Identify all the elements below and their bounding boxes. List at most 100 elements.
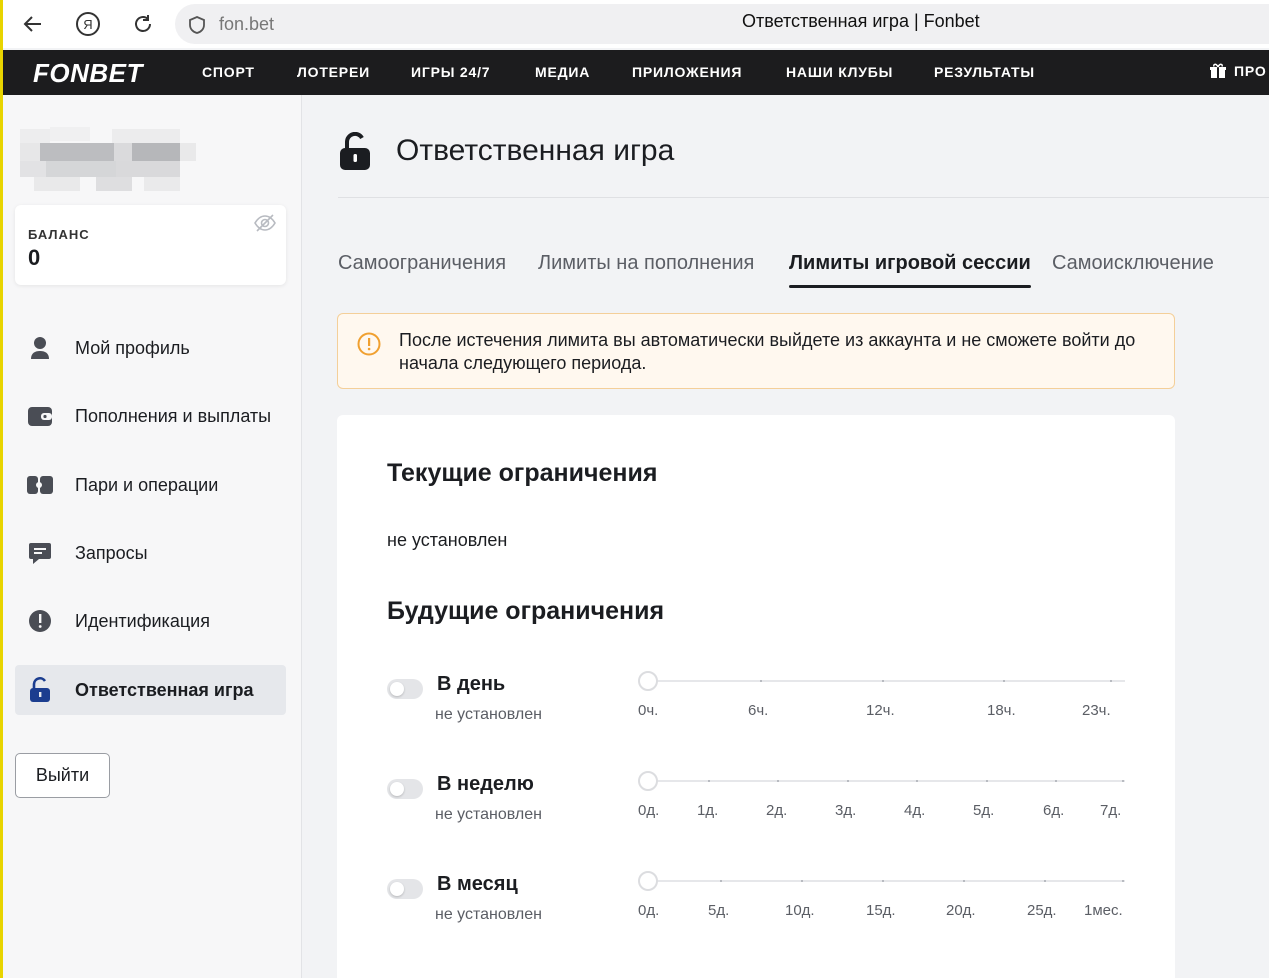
tick-label: 0д. xyxy=(638,802,660,819)
svg-text:Я: Я xyxy=(83,17,92,32)
sidebar-item-label: Пополнения и выплаты xyxy=(75,405,272,426)
blurred-username xyxy=(20,127,196,193)
nav-promo: ПРО xyxy=(1234,63,1267,79)
toggle-day[interactable] xyxy=(387,679,423,699)
yandex-button[interactable]: Я xyxy=(74,10,102,38)
logout-button[interactable]: Выйти xyxy=(15,753,110,798)
limit-status: не установлен xyxy=(435,806,542,823)
exclamation-icon xyxy=(29,610,51,632)
nav-results[interactable]: РЕЗУЛЬТАТЫ xyxy=(934,64,1035,80)
slider-week[interactable]: 0д. 1д. 2д. 3д. 4д. 5д. 6д. 7д. xyxy=(638,771,1125,821)
tick-label: 1д. xyxy=(697,802,719,819)
slider-tick xyxy=(882,680,884,682)
tick-label: 0д. xyxy=(638,902,660,919)
balance-label: БАЛАНС xyxy=(28,227,90,242)
slider-track xyxy=(648,780,1125,782)
slider-thumb[interactable] xyxy=(638,771,658,791)
sidebar-item-identification[interactable]: Идентификация xyxy=(15,596,286,646)
sidebar-item-payments[interactable]: Пополнения и выплаты xyxy=(15,391,286,441)
sidebar-item-label: Пари и операции xyxy=(75,474,219,495)
tick-label: 12ч. xyxy=(866,702,895,719)
address-bar[interactable]: fon.bet xyxy=(175,4,1269,44)
promo-link[interactable]: ПРО xyxy=(1210,63,1267,79)
slider-tick xyxy=(1122,880,1124,882)
arrow-left-icon xyxy=(23,16,41,32)
eye-off-icon[interactable] xyxy=(253,213,277,233)
nav-clubs[interactable]: НАШИ КЛУБЫ xyxy=(786,64,893,80)
tick-label: 15д. xyxy=(866,902,896,919)
slider-tick xyxy=(801,880,803,882)
toggle-knob xyxy=(390,882,404,896)
slider-tick xyxy=(882,880,884,882)
tick-label: 5д. xyxy=(708,902,730,919)
active-tab-indicator xyxy=(789,285,1031,288)
page-header: Ответственная игра xyxy=(338,130,1269,198)
tick-label: 6д. xyxy=(1043,802,1065,819)
limit-status: не установлен xyxy=(435,906,542,923)
limit-row-week: В неделю не установлен 0д. 1д. 2д. 3д. 4… xyxy=(337,771,1175,841)
tab-self-exclusion[interactable]: Самоисключение xyxy=(1052,252,1214,275)
nav-lotteries[interactable]: ЛОТЕРЕИ xyxy=(297,64,370,80)
limit-status: не установлен xyxy=(435,706,542,723)
slider-tick xyxy=(1003,680,1005,682)
nav-media[interactable]: МЕДИА xyxy=(535,64,590,80)
limit-title: В день xyxy=(437,673,506,695)
slider-tick xyxy=(1122,780,1124,782)
nav-apps[interactable]: ПРИЛОЖЕНИЯ xyxy=(632,64,742,80)
wallet-icon xyxy=(28,407,52,426)
warning-notice: После истечения лимита вы автоматически … xyxy=(337,313,1175,389)
nav-games[interactable]: ИГРЫ 24/7 xyxy=(411,64,490,80)
tick-label: 23ч. xyxy=(1082,702,1111,719)
slider-month[interactable]: 0д. 5д. 10д. 15д. 20д. 25д. 1мес. xyxy=(638,871,1125,921)
shield-icon xyxy=(189,16,205,34)
limit-row-day: В день не установлен 0ч. 6ч. 12ч. 18ч. 2… xyxy=(337,671,1175,741)
tab-session-limits[interactable]: Лимиты игровой сессии xyxy=(789,252,1031,275)
sidebar-item-requests[interactable]: Запросы xyxy=(15,528,286,578)
current-limits-heading: Текущие ограничения xyxy=(387,459,658,487)
sidebar-item-responsible-gaming[interactable]: Ответственная игра xyxy=(15,665,286,715)
slider-tick xyxy=(760,680,762,682)
slider-day[interactable]: 0ч. 6ч. 12ч. 18ч. 23ч. xyxy=(638,671,1125,721)
gift-icon xyxy=(1210,63,1226,78)
balance-card: БАЛАНС 0 xyxy=(15,205,286,285)
warning-icon xyxy=(357,332,381,356)
slider-tick xyxy=(1044,880,1046,882)
slider-thumb[interactable] xyxy=(638,871,658,891)
user-icon xyxy=(31,337,49,359)
page-tab-title: Ответственная игра | Fonbet xyxy=(742,11,980,31)
slider-track xyxy=(648,680,1125,682)
tick-label: 5д. xyxy=(973,802,995,819)
tab-deposit-limits[interactable]: Лимиты на пополнения xyxy=(538,252,754,275)
unlock-icon xyxy=(340,132,370,170)
yandex-icon: Я xyxy=(76,12,100,36)
toggle-week[interactable] xyxy=(387,779,423,799)
reload-icon xyxy=(135,15,151,32)
toggle-month[interactable] xyxy=(387,879,423,899)
tick-label: 18ч. xyxy=(987,702,1016,719)
limits-card: Текущие ограничения не установлен Будущи… xyxy=(337,415,1175,978)
fonbet-logo[interactable]: FONBET xyxy=(33,58,143,89)
current-limit-value: не установлен xyxy=(387,530,508,550)
limit-row-month: В месяц не установлен 0д. 5д. 10д. 15д. … xyxy=(337,871,1175,941)
sidebar-item-profile[interactable]: Мой профиль xyxy=(15,323,286,373)
tick-label: 20д. xyxy=(946,902,976,919)
limit-title: В месяц xyxy=(437,873,518,895)
chat-icon xyxy=(29,543,51,564)
sidebar-item-label: Ответственная игра xyxy=(75,679,254,700)
future-limits-heading: Будущие ограничения xyxy=(387,597,665,625)
slider-tick xyxy=(963,880,965,882)
tick-label: 0ч. xyxy=(638,702,659,719)
toggle-knob xyxy=(390,782,404,796)
sidebar-item-label: Идентификация xyxy=(75,610,210,631)
slider-tick xyxy=(1110,680,1112,682)
back-button[interactable] xyxy=(19,10,47,38)
sidebar-item-bets[interactable]: Пари и операции xyxy=(15,460,286,510)
toggle-knob xyxy=(390,682,404,696)
slider-thumb[interactable] xyxy=(638,671,658,691)
nav-sport[interactable]: СПОРТ xyxy=(202,64,255,80)
tick-label: 6ч. xyxy=(748,702,769,719)
tab-self-restrictions[interactable]: Самоограничения xyxy=(338,252,506,275)
reload-button[interactable] xyxy=(129,10,157,38)
lock-icon xyxy=(30,677,50,702)
slider-tick xyxy=(986,780,988,782)
